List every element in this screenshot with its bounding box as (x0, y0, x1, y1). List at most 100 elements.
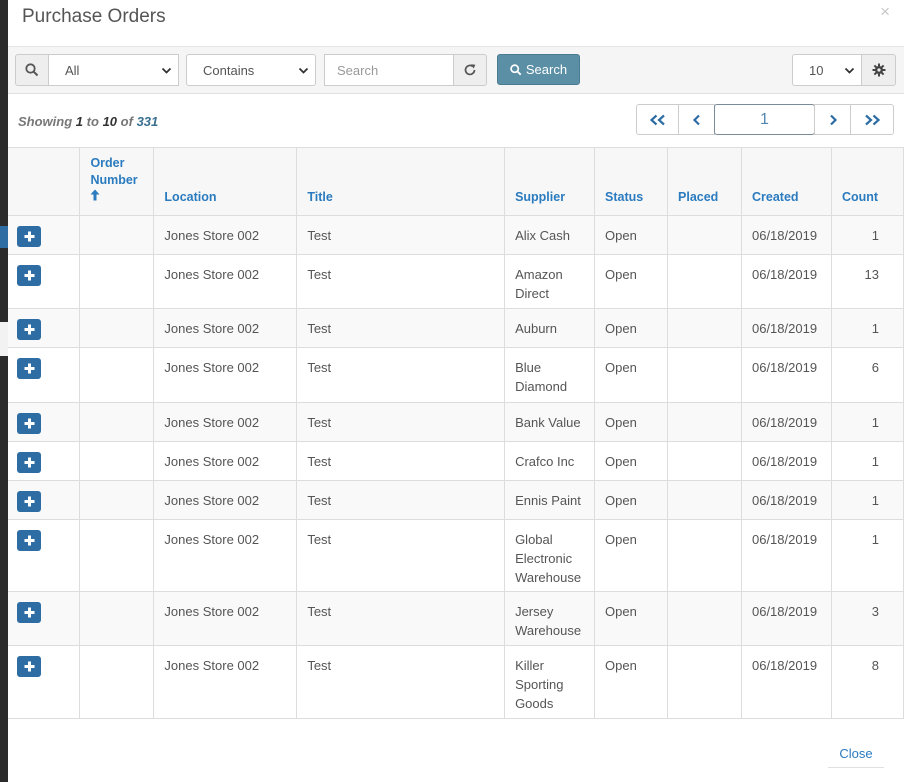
summary-from: 1 (75, 114, 84, 129)
chevron-left-icon (692, 114, 700, 125)
plus-icon (24, 535, 34, 545)
last-page-button[interactable] (850, 104, 894, 135)
column-header-title[interactable]: Title (296, 148, 506, 216)
cell-status: Open (594, 519, 669, 592)
expand-row-button[interactable] (17, 264, 41, 286)
cell-created: 06/18/2019 (741, 347, 832, 403)
table-row: Jones Store 002 Test Global Electronic War… (8, 519, 904, 592)
table-row: Jones Store 002 Test Ennis Paint Open 06/18/… (8, 480, 904, 520)
summary-of-word: of (120, 114, 133, 129)
close-button[interactable]: Close (828, 746, 884, 768)
cell-title: Test (296, 402, 506, 442)
cell-status: Open (594, 215, 669, 255)
modal-header: Purchase Orders × (8, 0, 904, 47)
column-header-created[interactable]: Created (741, 148, 832, 216)
double-chevron-right-icon (865, 114, 881, 125)
cell-order-number (79, 480, 155, 520)
plus-icon (24, 270, 34, 280)
summary-prefix: Showing (18, 114, 73, 129)
cell-placed (667, 645, 742, 719)
search-placeholder: Search (337, 62, 379, 78)
operator-select[interactable]: Contains (186, 54, 316, 86)
cell-location: Jones Store 002 (153, 254, 298, 309)
plus-icon (24, 231, 34, 241)
page-size-select[interactable]: 10 (792, 54, 862, 86)
search-icon (510, 63, 522, 75)
column-header-count[interactable]: Count (831, 148, 904, 216)
expand-cell (8, 441, 81, 481)
expand-cell (8, 591, 81, 646)
table-row: Jones Store 002 Test Bank Value Open 06/18/2… (8, 402, 904, 442)
plus-icon (24, 457, 34, 467)
expand-cell (8, 347, 81, 403)
cell-created: 06/18/2019 (741, 591, 832, 646)
expand-row-button[interactable] (17, 529, 41, 551)
cell-order-number (79, 347, 155, 403)
cell-supplier: Blue Diamond (504, 347, 596, 403)
cell-supplier: Jersey Warehouse (504, 591, 596, 646)
cell-created: 06/18/2019 (741, 645, 832, 719)
column-header-label: Order Number (90, 155, 138, 187)
expand-row-button[interactable] (17, 451, 41, 473)
cell-title: Test (296, 347, 506, 403)
cell-placed (667, 215, 742, 255)
column-header-order-number[interactable]: Order Number (79, 148, 155, 216)
column-header-status[interactable]: Status (594, 148, 669, 216)
column-header-location[interactable]: Location (153, 148, 298, 216)
cell-created: 06/18/2019 (741, 215, 832, 255)
cell-supplier: Global Electronic Warehouse (504, 519, 596, 592)
cell-placed (667, 591, 742, 646)
table-row: Jones Store 002 Test Auburn Open 06/18/2019 1 (8, 308, 904, 348)
first-page-button[interactable] (636, 104, 679, 135)
search-input[interactable]: Search (324, 54, 454, 86)
refresh-button[interactable] (453, 54, 487, 86)
settings-button[interactable] (861, 54, 896, 86)
cell-status: Open (594, 254, 669, 309)
cell-count: 1 (831, 215, 904, 255)
next-page-button[interactable] (814, 104, 851, 135)
cell-status: Open (594, 347, 669, 403)
cell-order-number (79, 215, 155, 255)
previous-page-button[interactable] (678, 104, 715, 135)
table-row: Jones Store 002 Test Alix Cash Open 06/18/20… (8, 215, 904, 255)
search-icon (25, 63, 39, 77)
expand-row-button[interactable] (17, 357, 41, 379)
page-size-value: 10 (809, 62, 824, 78)
cell-location: Jones Store 002 (153, 215, 298, 255)
chevron-right-icon (829, 114, 837, 125)
expand-row-button[interactable] (17, 225, 41, 247)
cell-placed (667, 441, 742, 481)
table-row: Jones Store 002 Test Amazon Direct Open 06/1… (8, 254, 904, 309)
column-header-supplier[interactable]: Supplier (504, 148, 596, 216)
expand-row-button[interactable] (17, 318, 41, 340)
cell-location: Jones Store 002 (153, 441, 298, 481)
cell-placed (667, 480, 742, 520)
close-icon[interactable]: × (880, 2, 890, 22)
field-select[interactable]: All (48, 54, 179, 86)
background-element (0, 322, 8, 356)
expand-row-button[interactable] (17, 412, 41, 434)
toolbar: All Contains Search Search 10 (8, 47, 904, 94)
expand-row-button[interactable] (17, 655, 41, 677)
cell-title: Test (296, 215, 506, 255)
summary-total: 331 (136, 114, 159, 129)
cell-order-number (79, 254, 155, 309)
table-row: Jones Store 002 Test Crafco Inc Open 06/18/2… (8, 441, 904, 481)
cell-count: 6 (831, 347, 904, 403)
sort-ascending-icon (90, 189, 100, 200)
expand-row-button[interactable] (17, 601, 41, 623)
cell-count: 3 (831, 591, 904, 646)
expand-cell (8, 254, 81, 309)
column-header-placed[interactable]: Placed (667, 148, 742, 216)
cell-count: 1 (831, 441, 904, 481)
search-button[interactable]: Search (497, 54, 580, 85)
expand-row-button[interactable] (17, 490, 41, 512)
cell-count: 1 (831, 519, 904, 592)
cell-supplier: Killer Sporting Goods (504, 645, 596, 719)
page-number-input[interactable]: 1 (714, 104, 815, 135)
chevron-down-icon (298, 67, 309, 74)
cell-status: Open (594, 308, 669, 348)
cell-title: Test (296, 645, 506, 719)
plus-icon (24, 324, 34, 334)
table-body: Jones Store 002 Test Alix Cash Open 06/18/20… (8, 215, 904, 719)
